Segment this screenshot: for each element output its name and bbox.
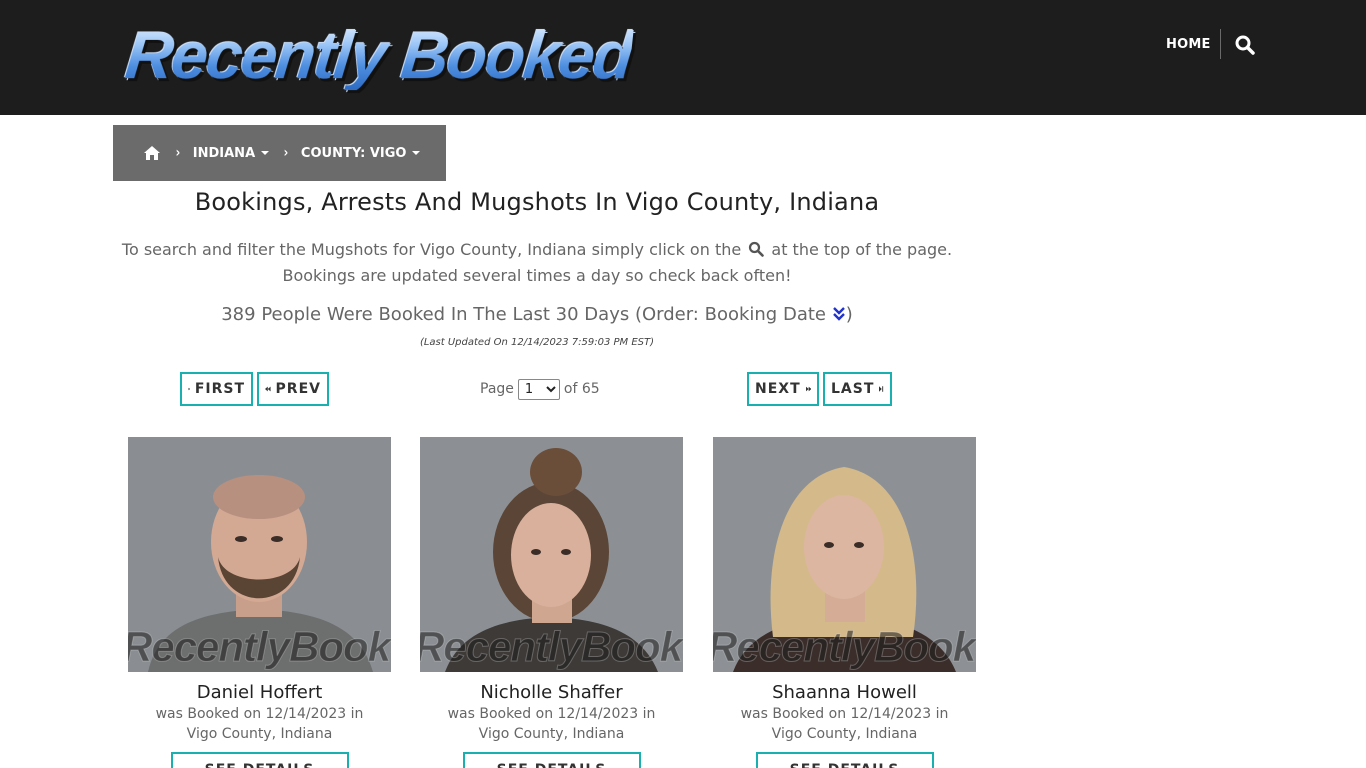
last-page-button[interactable]: LAST — [823, 372, 892, 406]
see-details-button[interactable]: SEE DETAILS — [755, 752, 934, 768]
see-details-button[interactable]: SEE DETAILS — [170, 752, 349, 768]
intro-text: To search and filter the Mugshots for Vi… — [113, 237, 961, 289]
caret-down-icon — [412, 151, 421, 155]
last-page-icon — [879, 386, 884, 392]
booking-count-text: 389 People Were Booked In The Last 30 Da… — [221, 304, 826, 325]
breadcrumb: › INDIANA › COUNTY: VIGO — [113, 125, 446, 181]
chevron-right-icon: › — [283, 145, 289, 161]
breadcrumb-county-dropdown[interactable]: COUNTY: VIGO — [301, 146, 421, 161]
site-logo[interactable]: Recently Booked — [122, 18, 635, 92]
last-updated: (Last Updated On 12/14/2023 7:59:03 PM E… — [419, 337, 655, 348]
mugshot-image[interactable]: RecentlyBooked.com — [713, 437, 976, 672]
chevron-right-icon: › — [175, 145, 181, 161]
next-page-icon — [805, 386, 811, 392]
prev-page-icon — [265, 386, 271, 392]
search-icon[interactable] — [1235, 34, 1255, 56]
booked-date-text: was Booked on 12/14/2023 in — [740, 706, 949, 722]
caret-down-icon — [261, 151, 270, 155]
logo-text: Recently Booked — [122, 18, 636, 92]
prev-page-label: PREV — [275, 381, 321, 397]
person-name[interactable]: Daniel Hoffert — [128, 682, 391, 704]
breadcrumb-state-dropdown[interactable]: INDIANA — [192, 145, 270, 161]
first-page-label: FIRST — [194, 381, 245, 397]
page-title: Bookings, Arrests And Mugshots In Vigo C… — [194, 188, 880, 216]
next-page-label: NEXT — [755, 381, 801, 397]
watermark-text: RecentlyBooked.com — [420, 623, 683, 671]
site-header: Recently Booked HOME — [0, 0, 1366, 115]
breadcrumb-state-label: INDIANA — [192, 145, 256, 161]
page-select[interactable]: 1 — [517, 378, 560, 400]
last-page-label: LAST — [831, 381, 875, 397]
first-page-button[interactable]: FIRST — [180, 372, 253, 406]
booking-card: RecentlyBooked.com Daniel Hoffert was Bo… — [128, 437, 391, 768]
first-page-icon — [188, 387, 190, 391]
booking-count-close: ) — [845, 304, 853, 325]
mugshot-image[interactable]: RecentlyBooked.com — [420, 437, 683, 672]
booking-count: 389 People Were Booked In The Last 30 Da… — [113, 304, 961, 325]
breadcrumb-county-label: COUNTY: VIGO — [300, 145, 407, 161]
person-name[interactable]: Shaanna Howell — [713, 682, 976, 704]
page-total: of 65 — [563, 381, 600, 397]
next-page-button[interactable]: NEXT — [747, 372, 819, 406]
page-selector: Page 1 of 65 — [480, 378, 600, 400]
booked-location-text: Vigo County, Indiana — [771, 726, 918, 742]
intro-text-before: To search and filter the Mugshots for Vi… — [121, 240, 742, 259]
watermark-text: RecentlyBooked.com — [713, 623, 976, 671]
home-icon[interactable] — [143, 145, 161, 161]
booking-card: RecentlyBooked.com Shaanna Howell was Bo… — [713, 437, 976, 768]
see-details-button[interactable]: SEE DETAILS — [462, 752, 641, 768]
nav-divider — [1220, 29, 1221, 59]
mugshot-image[interactable]: RecentlyBooked.com — [128, 437, 391, 672]
sort-order-icon[interactable] — [832, 306, 846, 322]
nav-home-link[interactable]: HOME — [1166, 36, 1211, 54]
booked-location-text: Vigo County, Indiana — [186, 726, 333, 742]
booked-location-text: Vigo County, Indiana — [478, 726, 625, 742]
booking-card: RecentlyBooked.com Nicholle Shaffer was … — [420, 437, 683, 768]
prev-page-button[interactable]: PREV — [257, 372, 329, 406]
watermark-text: RecentlyBooked.com — [128, 623, 391, 671]
search-icon-inline — [748, 239, 765, 257]
page-label: Page — [480, 381, 514, 397]
booked-date-text: was Booked on 12/14/2023 in — [447, 706, 656, 722]
person-name[interactable]: Nicholle Shaffer — [420, 682, 683, 704]
booked-date-text: was Booked on 12/14/2023 in — [155, 706, 364, 722]
